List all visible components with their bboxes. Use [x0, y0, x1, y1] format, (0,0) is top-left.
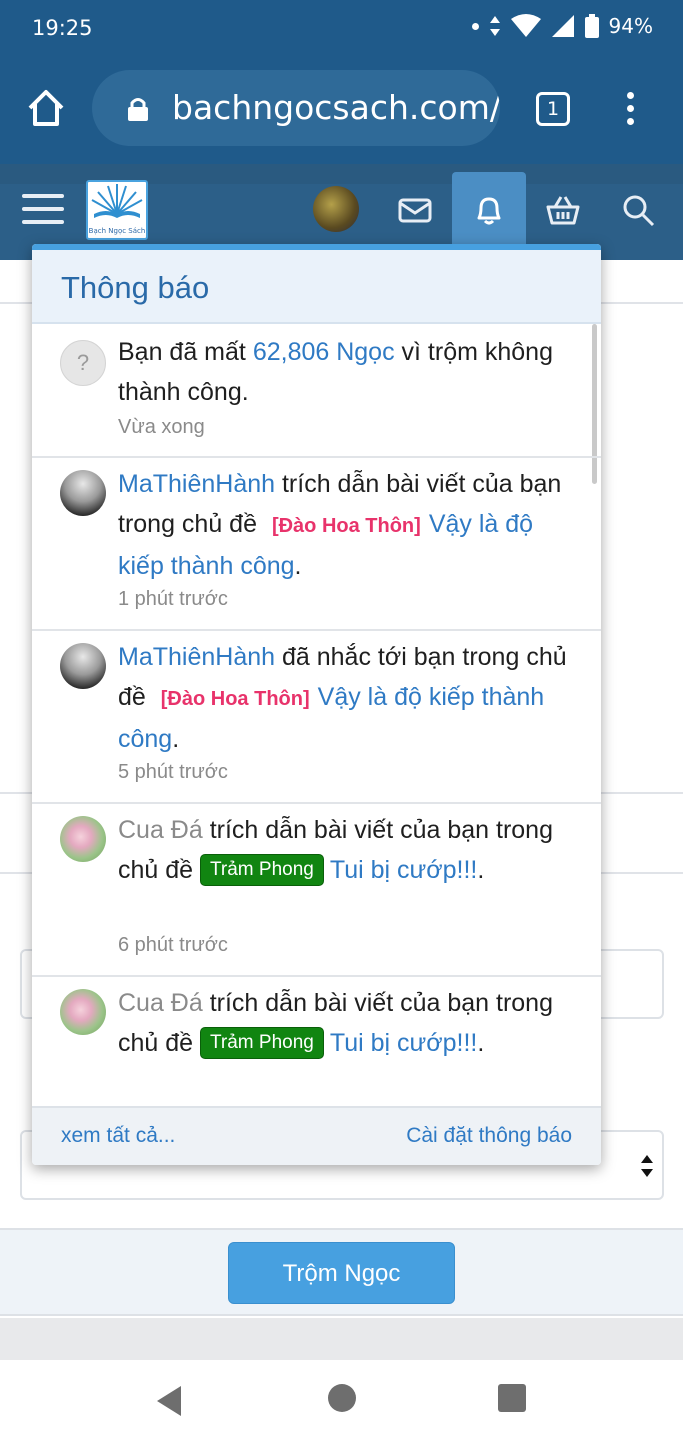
- user-avatar[interactable]: [60, 470, 106, 516]
- thread-link[interactable]: Tui bị cướp!!!: [330, 856, 478, 884]
- username-link[interactable]: MaThiênHành: [118, 470, 275, 498]
- home-circle-icon[interactable]: [328, 1384, 356, 1412]
- basket-icon[interactable]: [545, 192, 581, 228]
- lock-icon: [128, 98, 148, 121]
- user-avatar[interactable]: [313, 186, 359, 232]
- notifications-footer: xem tất cả... Cài đặt thông báo: [32, 1106, 601, 1165]
- thread-link[interactable]: Tui bị cướp!!!: [330, 1029, 478, 1057]
- battery-icon: [584, 14, 599, 38]
- status-time: 19:25: [32, 16, 93, 40]
- select-arrows-icon: [641, 1155, 653, 1177]
- notification-time: 5 phút trước: [118, 761, 228, 783]
- url-text: bachngocsach.com/: [172, 88, 500, 127]
- user-avatar[interactable]: [60, 643, 106, 689]
- view-all-link[interactable]: xem tất cả...: [61, 1124, 175, 1148]
- form-submit-row: Trộm Ngọc: [0, 1228, 683, 1316]
- notification-item[interactable]: Cua Đá trích dẫn bài viết của bạn trong …: [32, 977, 601, 1117]
- logo-caption: Bạch Ngọc Sách: [88, 227, 146, 235]
- bell-icon: [477, 197, 501, 225]
- search-icon[interactable]: [620, 192, 656, 228]
- hamburger-menu-icon[interactable]: [22, 194, 64, 228]
- username-link[interactable]: Cua Đá: [118, 816, 203, 844]
- gem-amount-link[interactable]: 62,806 Ngọc: [253, 338, 395, 366]
- wifi-icon: [510, 14, 541, 37]
- data-arrows-icon: [489, 16, 500, 36]
- status-icons: 94%: [471, 14, 653, 38]
- notification-item[interactable]: MaThiênHành trích dẫn bài viết của bạn t…: [32, 458, 601, 631]
- notification-time: Vừa xong: [118, 416, 205, 438]
- tab-switcher-button[interactable]: 1: [536, 92, 570, 126]
- notification-time: 1 phút trước: [118, 588, 228, 610]
- notification-settings-link[interactable]: Cài đặt thông báo: [406, 1124, 572, 1148]
- battery-percent: 94%: [608, 14, 653, 38]
- notification-dot-icon: [471, 22, 479, 30]
- steal-gem-button[interactable]: Trộm Ngọc: [228, 1242, 455, 1304]
- thread-prefix: [Đào Hoa Thôn]: [271, 515, 421, 537]
- notification-time: 6 phút trước: [118, 934, 228, 956]
- notifications-dropdown: Thông báo ? Bạn đã mất 62,806 Ngọc vì tr…: [32, 244, 601, 1165]
- browser-toolbar: bachngocsach.com/ 1: [0, 56, 683, 164]
- url-bar[interactable]: bachngocsach.com/: [92, 70, 500, 146]
- recent-apps-icon[interactable]: [498, 1384, 526, 1412]
- user-avatar[interactable]: [60, 989, 106, 1035]
- status-bar: 19:25 94%: [0, 0, 683, 56]
- system-nav-bar: [0, 1360, 683, 1440]
- username-link[interactable]: Cua Đá: [118, 989, 203, 1017]
- notification-item[interactable]: Cua Đá trích dẫn bài viết của bạn trong …: [32, 804, 601, 977]
- back-icon[interactable]: [157, 1386, 181, 1416]
- question-avatar: ?: [60, 340, 106, 386]
- book-logo-icon: [91, 184, 143, 218]
- envelope-icon[interactable]: [397, 192, 433, 228]
- user-avatar[interactable]: [60, 816, 106, 862]
- home-icon[interactable]: [24, 86, 68, 130]
- username-link[interactable]: MaThiênHành: [118, 643, 275, 671]
- notifications-title: Thông báo: [61, 270, 210, 305]
- thread-prefix: Trảm Phong: [200, 1027, 324, 1059]
- notifications-header: Thông báo: [32, 250, 601, 324]
- site-logo[interactable]: Bạch Ngọc Sách: [86, 180, 148, 240]
- notification-item[interactable]: ? Bạn đã mất 62,806 Ngọc vì trộm không t…: [32, 326, 601, 458]
- browser-menu-icon[interactable]: [620, 92, 640, 128]
- notification-item[interactable]: MaThiênHành đã nhắc tới bạn trong chủ đề…: [32, 631, 601, 804]
- signal-icon: [551, 15, 574, 37]
- thread-prefix: [Đào Hoa Thôn]: [160, 688, 310, 710]
- thread-prefix: Trảm Phong: [200, 854, 324, 886]
